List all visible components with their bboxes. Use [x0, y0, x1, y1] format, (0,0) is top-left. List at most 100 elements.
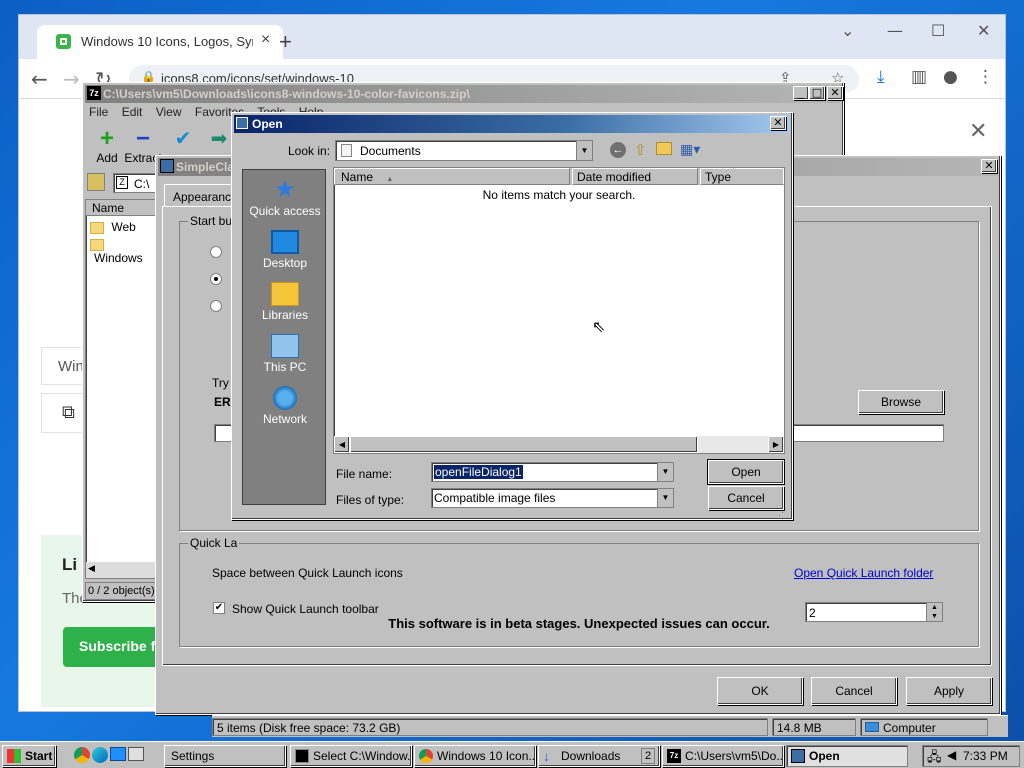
- look-in-dropdown[interactable]: Documents ▼: [335, 140, 593, 161]
- page-close-icon[interactable]: ✕: [969, 119, 987, 144]
- column-name[interactable]: Name ▲: [334, 168, 570, 185]
- add-label: Add: [96, 151, 118, 165]
- taskbar-settings[interactable]: Settings: [164, 745, 286, 767]
- place-label: This PC: [263, 360, 307, 374]
- 7zip-maximize-button[interactable]: □: [809, 86, 825, 100]
- new-folder-icon[interactable]: [656, 142, 672, 155]
- column-type[interactable]: Type: [700, 168, 784, 185]
- add-button[interactable]: + Add: [89, 127, 125, 167]
- explorer-status-items: 5 items (Disk free space: 73.2 GB): [212, 718, 768, 736]
- desktop-icon: [271, 230, 299, 254]
- chevron-down-icon[interactable]: ▼: [657, 489, 673, 507]
- up-folder-icon[interactable]: [87, 173, 105, 191]
- place-this-pc[interactable]: This PC: [243, 334, 327, 374]
- scroll-thumb[interactable]: [350, 436, 698, 453]
- clock[interactable]: 7:33 PM: [963, 749, 1008, 763]
- scroll-left-icon[interactable]: ◀: [88, 563, 95, 574]
- file-list-hscrollbar[interactable]: ◀ ▶: [334, 436, 784, 453]
- edge-quicklaunch-icon[interactable]: [92, 747, 108, 763]
- cancel-button[interactable]: Cancel: [811, 677, 897, 705]
- downloads-count-badge: 2: [641, 748, 655, 764]
- chrome-maximize-button[interactable]: ☐: [931, 21, 945, 40]
- radio-dot: [214, 277, 218, 281]
- tab-search-icon[interactable]: ⌄: [841, 21, 854, 40]
- start-label: Start: [25, 749, 53, 763]
- 7zip-item-windows[interactable]: Windows: [90, 237, 156, 265]
- menu-edit[interactable]: Edit: [122, 105, 143, 119]
- place-desktop[interactable]: Desktop: [243, 230, 327, 270]
- simpleclassic-close-button[interactable]: ✕: [981, 159, 997, 173]
- open-quick-launch-link[interactable]: Open Quick Launch folder: [794, 566, 933, 580]
- side-panel-icon[interactable]: ▥: [911, 67, 927, 87]
- volume-tray-icon[interactable]: ◀: [947, 748, 956, 762]
- chrome-quicklaunch-icon[interactable]: [74, 747, 90, 763]
- chrome-tab[interactable]: Windows 10 Icons, Logos, Symbo ×: [37, 25, 283, 59]
- download-icon[interactable]: ⤓: [877, 67, 885, 87]
- 7zip-app-icon: 7z: [87, 86, 101, 100]
- column-date-modified[interactable]: Date modified: [572, 168, 698, 185]
- network-tray-icon[interactable]: 🖧: [927, 748, 942, 768]
- taskbar-button-label: C:\Users\vm5\Do...: [685, 749, 784, 763]
- back-arrow-icon[interactable]: ←: [610, 142, 626, 158]
- apply-button[interactable]: Apply: [906, 677, 992, 705]
- resize-grip-icon[interactable]: ⋰: [778, 507, 787, 518]
- up-folder-icon[interactable]: ⇧: [634, 141, 647, 159]
- explorer-statusbar: 5 items (Disk free space: 73.2 GB) 14.8 …: [212, 715, 1008, 737]
- open-dialog-cancel-button[interactable]: Cancel: [708, 486, 784, 510]
- 7zip-file-list[interactable]: Name Web Windows ◀: [85, 199, 157, 579]
- open-dialog-close-button[interactable]: ✕: [770, 116, 786, 130]
- place-libraries[interactable]: Libraries: [243, 282, 327, 322]
- chrome-menu-icon[interactable]: ⋮: [977, 67, 994, 87]
- taskbar-select-cmd[interactable]: Select C:\Window...: [290, 745, 412, 767]
- subscribe-button[interactable]: Subscribe f: [63, 627, 159, 667]
- 7zip-column-name[interactable]: Name: [86, 200, 156, 216]
- radio-option-3[interactable]: [210, 300, 222, 312]
- place-quick-access[interactable]: ★ Quick access: [243, 178, 327, 219]
- file-type-dropdown[interactable]: Compatible image files ▼: [431, 488, 674, 508]
- scroll-left-icon[interactable]: ◀: [334, 436, 350, 453]
- 7zip-close-button[interactable]: ✕: [827, 86, 843, 100]
- forward-icon[interactable]: →: [63, 67, 80, 91]
- desktop-quicklaunch-icon[interactable]: [110, 747, 126, 761]
- menu-view[interactable]: View: [156, 105, 182, 119]
- folder-icon: [90, 221, 104, 234]
- chrome-close-button[interactable]: ✕: [977, 21, 990, 40]
- taskbar-chrome[interactable]: Windows 10 Icon...: [414, 745, 536, 767]
- ok-button[interactable]: OK: [717, 677, 803, 705]
- file-list[interactable]: Name ▲ Date modified Type No items match…: [333, 167, 785, 454]
- file-list-header: Name ▲ Date modified Type: [334, 168, 784, 185]
- view-menu-icon[interactable]: ▦▾: [680, 141, 700, 158]
- scroll-right-icon[interactable]: ▶: [768, 436, 784, 453]
- profile-avatar-icon[interactable]: ●: [943, 67, 958, 87]
- tab-appearance[interactable]: Appearance: [164, 184, 238, 206]
- radio-option-2[interactable]: [210, 273, 222, 285]
- taskbar-downloads[interactable]: ↓ Downloads 2: [538, 745, 660, 767]
- taskbar-open[interactable]: Open: [786, 745, 908, 767]
- 7zip-titlebar[interactable]: C:\Users\vm5\Downloads\icons8-windows-10…: [85, 85, 841, 103]
- empty-message: No items match your search.: [482, 188, 636, 202]
- new-tab-button[interactable]: +: [279, 29, 292, 55]
- start-button[interactable]: Start: [2, 745, 56, 767]
- 7zip-minimize-button[interactable]: _: [793, 86, 809, 100]
- chevron-down-icon[interactable]: ▼: [576, 141, 592, 160]
- show-quick-launch-checkbox[interactable]: ✔: [213, 602, 225, 614]
- menu-file[interactable]: File: [89, 105, 108, 119]
- file-name-input[interactable]: openFileDialog1 ▼: [431, 462, 674, 482]
- browse-button[interactable]: Browse: [858, 390, 944, 414]
- quick-launch-space-label: Space between Quick Launch icons: [212, 566, 403, 580]
- explorer-quicklaunch-icon[interactable]: [128, 747, 144, 761]
- open-dialog-titlebar[interactable]: Open: [234, 115, 790, 133]
- 7zip-item-web[interactable]: Web: [90, 220, 136, 234]
- 7zip-hscrollbar[interactable]: ◀: [86, 562, 156, 578]
- column-date-label: Date modified: [577, 170, 652, 184]
- open-button[interactable]: Open: [707, 459, 785, 485]
- explorer-status-location: Computer: [860, 718, 988, 736]
- chevron-down-icon[interactable]: ▼: [657, 463, 673, 481]
- back-icon[interactable]: ←: [31, 67, 48, 91]
- chrome-minimize-button[interactable]: —: [887, 21, 903, 40]
- taskbar-7zip[interactable]: 7z C:\Users\vm5\Do...: [662, 745, 784, 767]
- tab-close-icon[interactable]: ×: [261, 31, 270, 49]
- radio-option-1[interactable]: [210, 246, 222, 258]
- 7zip-path-box[interactable]: Z C:\: [113, 173, 157, 193]
- place-network[interactable]: Network: [243, 386, 327, 426]
